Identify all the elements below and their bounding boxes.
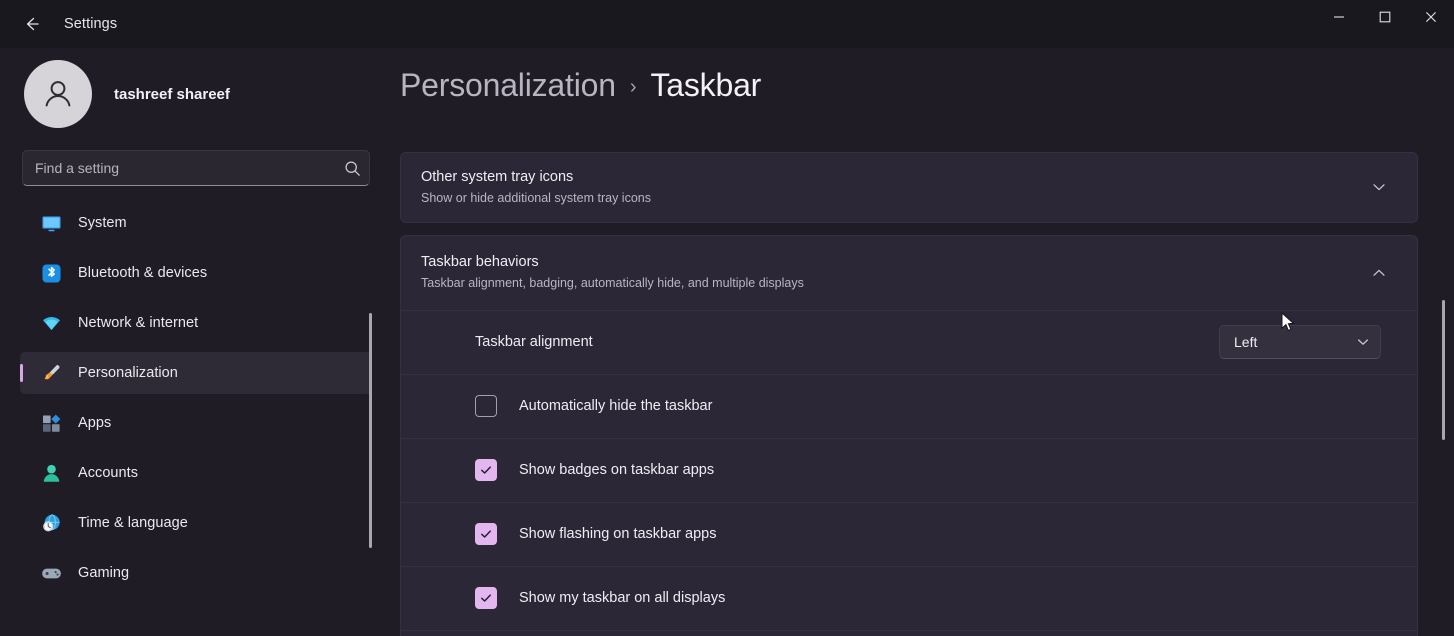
- monitor-icon: [40, 212, 62, 234]
- sidebar-item-label: Accounts: [78, 465, 139, 481]
- sidebar-item-label: Time & language: [78, 515, 188, 531]
- close-button[interactable]: [1408, 0, 1454, 34]
- sidebar-item-time-language[interactable]: Time & language: [20, 502, 372, 544]
- page-title: Taskbar: [650, 66, 762, 103]
- card-subtitle: Taskbar alignment, badging, automaticall…: [421, 276, 804, 291]
- card-header-text: Other system tray icons Show or hide add…: [421, 167, 1363, 208]
- card-header[interactable]: Taskbar behaviors Taskbar alignment, bad…: [401, 236, 1417, 310]
- window-title: Settings: [64, 16, 118, 32]
- setting-row-show-recent-searches[interactable]: Show recent searches when I hover over t…: [401, 629, 1417, 636]
- checkbox-checked-icon[interactable]: [475, 587, 497, 610]
- sidebar-item-personalization[interactable]: Personalization: [20, 352, 372, 394]
- bluetooth-icon: [40, 262, 62, 284]
- sidebar-item-accounts[interactable]: Accounts: [20, 452, 372, 494]
- back-button[interactable]: [12, 8, 52, 40]
- sidebar-item-label: Apps: [78, 415, 112, 431]
- search-box[interactable]: [22, 150, 370, 186]
- setting-label: Taskbar alignment: [475, 334, 593, 351]
- avatar: [24, 60, 92, 128]
- checkbox-label: Show badges on taskbar apps: [519, 462, 715, 479]
- title-bar: Settings: [0, 0, 1454, 48]
- check-icon: [481, 594, 491, 602]
- content-scrollbar-thumb[interactable]: [1442, 300, 1445, 440]
- person-avatar-icon: [45, 81, 71, 107]
- sidebar-scrollbar-thumb[interactable]: [369, 313, 372, 548]
- clock-globe-icon: [40, 512, 62, 534]
- sidebar-item-label: Bluetooth & devices: [78, 265, 208, 281]
- minimize-button[interactable]: [1316, 0, 1362, 34]
- settings-scroll-area: Other system tray icons Show or hide add…: [392, 152, 1454, 636]
- account-name: tashreef shareef: [114, 85, 230, 103]
- chevron-up-icon: [1373, 269, 1385, 276]
- sidebar-item-label: Network & internet: [78, 315, 199, 331]
- card-expand-toggle[interactable]: [1363, 171, 1395, 203]
- checkbox-checked-icon[interactable]: [475, 459, 497, 482]
- setting-row-show-taskbar-all-displays[interactable]: Show my taskbar on all displays: [401, 565, 1417, 630]
- breadcrumb: Personalization › Taskbar: [392, 48, 1454, 122]
- card-header[interactable]: Other system tray icons Show or hide add…: [401, 153, 1417, 222]
- gamepad-icon: [40, 562, 62, 584]
- content-area: Other system tray icons Show or hide add…: [392, 48, 1454, 636]
- maximize-button[interactable]: [1362, 0, 1408, 34]
- search-button[interactable]: [335, 151, 369, 185]
- setting-row-automatically-hide-taskbar[interactable]: Automatically hide the taskbar: [401, 373, 1417, 438]
- chevron-down-icon: [1357, 339, 1369, 345]
- sidebar-item-label: Personalization: [78, 365, 178, 381]
- maximize-icon: [1379, 11, 1391, 23]
- sidebar: tashreef shareef Find a setting System B…: [0, 48, 392, 636]
- sidebar-item-system[interactable]: System: [20, 202, 372, 244]
- settings-card-other-system-tray-icons: Other system tray icons Show or hide add…: [400, 152, 1418, 223]
- sidebar-item-gaming[interactable]: Gaming: [20, 552, 372, 594]
- paintbrush-icon: [40, 362, 62, 384]
- setting-row-taskbar-alignment[interactable]: Taskbar alignment Left: [401, 309, 1417, 374]
- card-title: Other system tray icons: [421, 169, 574, 185]
- sidebar-item-bluetooth-devices[interactable]: Bluetooth & devices: [20, 252, 372, 294]
- card-subtitle: Show or hide additional system tray icon…: [421, 191, 651, 206]
- check-icon: [481, 530, 491, 538]
- checkbox-checked-icon[interactable]: [475, 523, 497, 546]
- window-body: tashreef shareef Find a setting System B…: [0, 48, 1454, 636]
- sidebar-item-network-internet[interactable]: Network & internet: [20, 302, 372, 344]
- checkbox-label: Show my taskbar on all displays: [519, 590, 726, 607]
- account-row[interactable]: tashreef shareef: [0, 48, 392, 128]
- sidebar-nav: System Bluetooth & devices Network & int…: [0, 202, 392, 594]
- card-collapse-toggle[interactable]: [1363, 257, 1395, 289]
- person-icon: [40, 462, 62, 484]
- apps-grid-icon: [40, 412, 62, 434]
- breadcrumb-parent-link[interactable]: Personalization: [400, 67, 616, 104]
- arrow-left-icon: [26, 17, 39, 31]
- close-icon: [1425, 11, 1437, 23]
- settings-card-taskbar-behaviors: Taskbar behaviors Taskbar alignment, bad…: [400, 234, 1418, 636]
- setting-row-show-flashing[interactable]: Show flashing on taskbar apps: [401, 501, 1417, 566]
- chevron-down-icon: [1373, 184, 1385, 191]
- search-wrapper: [0, 128, 392, 186]
- sidebar-item-label: System: [78, 215, 127, 231]
- checkbox-label: Show flashing on taskbar apps: [519, 526, 717, 543]
- taskbar-alignment-dropdown[interactable]: Left: [1219, 325, 1381, 360]
- sidebar-item-label: Gaming: [78, 565, 130, 581]
- check-icon: [481, 466, 491, 474]
- dropdown-value: Left: [1234, 334, 1258, 351]
- checkbox-unchecked-icon[interactable]: [475, 395, 497, 418]
- card-header-text: Taskbar behaviors Taskbar alignment, bad…: [421, 252, 1363, 293]
- wifi-icon: [40, 312, 62, 334]
- window-controls: [1316, 0, 1454, 48]
- minimize-icon: [1334, 16, 1344, 18]
- search-input[interactable]: [23, 160, 335, 176]
- card-title: Taskbar behaviors: [421, 254, 539, 271]
- breadcrumb-separator-icon: ›: [629, 75, 637, 98]
- checkbox-label: Automatically hide the taskbar: [519, 398, 713, 415]
- sidebar-item-apps[interactable]: Apps: [20, 402, 372, 444]
- setting-row-show-badges[interactable]: Show badges on taskbar apps: [401, 437, 1417, 502]
- settings-window: Settings tashreef shareef Find a setting…: [0, 0, 1454, 636]
- search-icon: [344, 160, 360, 176]
